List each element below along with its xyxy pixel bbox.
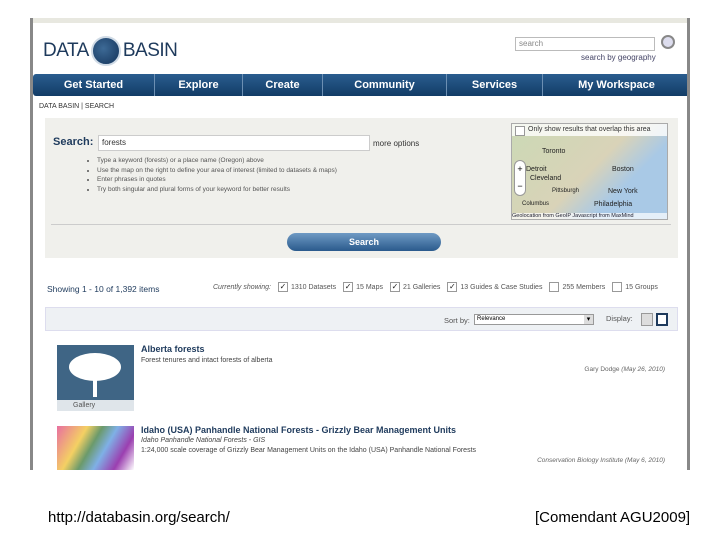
result-description: 1:24,000 scale coverage of Grizzly Bear …: [141, 447, 477, 454]
more-options-link[interactable]: more options: [373, 139, 419, 148]
browser-screenshot: DATA BASIN search search by geography Ge…: [30, 18, 690, 470]
slide-credit-caption: [Comendant AGU2009]: [535, 509, 691, 526]
nav-my-workspace[interactable]: My Workspace: [543, 74, 687, 96]
filter-label: 13 Guides & Case Studies: [460, 283, 543, 291]
nav-get-started[interactable]: Get Started: [33, 74, 155, 96]
result-description: Forest tenures and intact forests of alb…: [141, 357, 273, 364]
display-label: Display:: [606, 314, 633, 323]
filter-label: 255 Members: [562, 283, 606, 291]
slide-url-caption: http://databasin.org/search/: [48, 509, 230, 526]
map-city: Cleveland: [530, 175, 562, 182]
breadcrumb: DATA BASIN | SEARCH: [39, 103, 115, 110]
overlap-checkbox[interactable]: Only show results that overlap this area: [512, 124, 667, 136]
result-thumbnail[interactable]: [57, 426, 134, 470]
map-city: New York: [608, 188, 638, 195]
map-zoom-control[interactable]: + −: [514, 160, 526, 196]
results-count: Showing 1 - 10 of 1,392 items: [47, 284, 160, 294]
nav-create[interactable]: Create: [243, 74, 323, 96]
logo-text-right: BASIN: [122, 40, 178, 61]
filter-label: 15 Maps: [356, 283, 383, 291]
search-input[interactable]: forests: [98, 135, 370, 151]
result-meta: Gary Dodge (May 26, 2010): [584, 366, 665, 373]
search-button[interactable]: Search: [287, 233, 441, 251]
tip: Use the map on the right to define your …: [97, 166, 337, 176]
result-title[interactable]: Idaho (USA) Panhandle National Forests -…: [141, 425, 456, 435]
result-author[interactable]: Gary Dodge: [584, 366, 619, 373]
area-map[interactable]: Only show results that overlap this area…: [511, 123, 668, 220]
search-label: Search:: [53, 136, 94, 148]
tree-icon: [69, 353, 121, 397]
filter-checkbox[interactable]: ✓: [277, 282, 288, 292]
header-search-input[interactable]: search: [515, 37, 655, 51]
result-title[interactable]: Alberta forests: [141, 344, 205, 354]
main-nav: Get Started Explore Create Community Ser…: [33, 74, 687, 96]
map-city: Philadelphia: [594, 201, 633, 208]
logo-text-left: DATA: [43, 40, 89, 61]
filter-label: 1310 Datasets: [290, 283, 337, 291]
data-basin-logo[interactable]: DATA BASIN: [43, 36, 178, 66]
tip: Type a keyword (forests) or a place name…: [97, 156, 337, 166]
result-thumbnail[interactable]: Gallery: [57, 345, 134, 411]
sort-select[interactable]: Relevance: [474, 314, 594, 325]
search-panel: Search: forests more options Type a keyw…: [45, 118, 678, 258]
tip: Try both singular and plural forms of yo…: [97, 185, 337, 195]
filter-checkbox[interactable]: ✓: [343, 282, 354, 292]
search-tips: Type a keyword (forests) or a place name…: [97, 156, 337, 194]
divider: [51, 224, 671, 225]
gallery-badge: Gallery: [57, 400, 134, 411]
map-attribution: Geolocation from GeoIP Javascript from M…: [512, 213, 667, 219]
grid-view-icon[interactable]: [641, 313, 653, 326]
filter-checkbox[interactable]: ✓: [389, 282, 400, 292]
tip: Enter phrases in quotes: [97, 175, 337, 185]
nav-explore[interactable]: Explore: [155, 74, 243, 96]
filter-label: 15 Groups: [625, 283, 658, 291]
globe-icon: [90, 36, 121, 66]
filter-checkbox[interactable]: [549, 282, 560, 292]
map-city: Boston: [612, 166, 634, 173]
map-city: Columbus: [522, 201, 550, 207]
map-city: Toronto: [542, 148, 566, 155]
type-filters: Currently showing: ✓ 1310 Datasets ✓ 15 Ma…: [213, 282, 658, 292]
magnifier-icon[interactable]: [661, 35, 675, 49]
map-city: Pittsburgh: [552, 188, 580, 194]
result-author[interactable]: Conservation Biology Institute: [537, 457, 623, 464]
filter-checkbox[interactable]: ✓: [447, 282, 458, 292]
map-city: Detroit: [526, 166, 547, 173]
filter-checkbox[interactable]: [612, 282, 623, 292]
list-view-icon[interactable]: [656, 313, 668, 326]
top-strip: [33, 18, 687, 23]
currently-showing-label: Currently showing:: [213, 283, 271, 291]
sort-bar: Sort by: Relevance Display:: [45, 307, 678, 331]
result-date: (May 26, 2010): [621, 366, 665, 373]
result-source: Idaho Panhandle National Forests - GIS: [141, 437, 266, 444]
search-by-geography-link[interactable]: search by geography: [581, 53, 656, 62]
result-date: (May 6, 2010): [624, 457, 665, 464]
filter-label: 21 Galleries: [402, 283, 441, 291]
nav-community[interactable]: Community: [323, 74, 447, 96]
nav-services[interactable]: Services: [447, 74, 543, 96]
result-meta: Conservation Biology Institute (May 6, 2…: [537, 457, 665, 464]
sort-label: Sort by:: [444, 316, 470, 325]
